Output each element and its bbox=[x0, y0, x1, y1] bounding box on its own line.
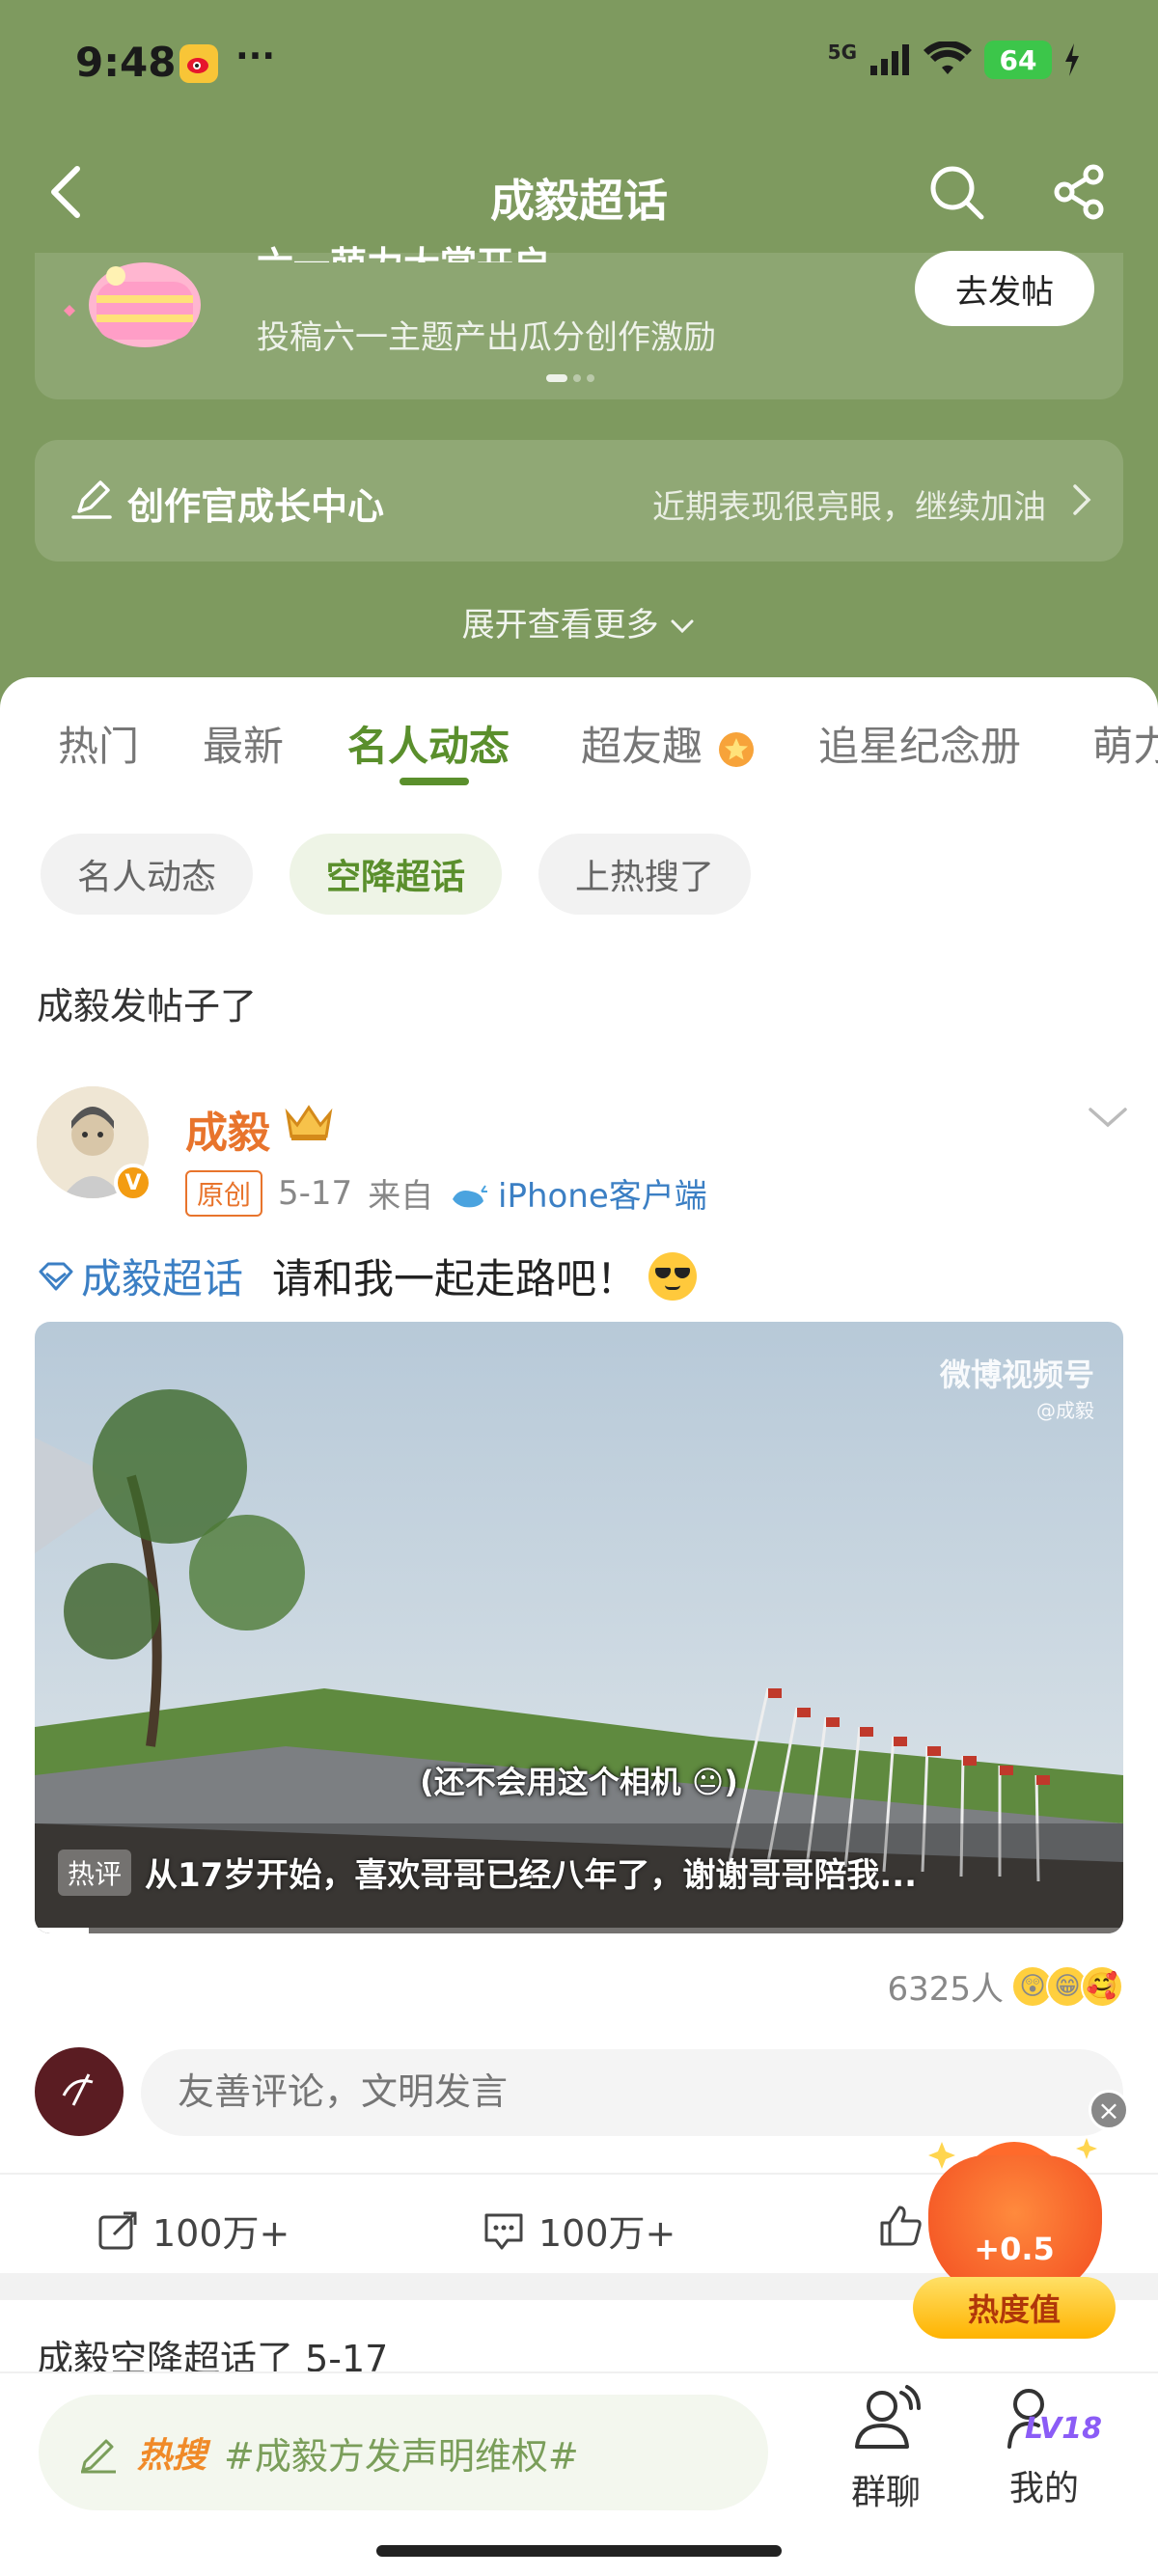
creator-center-title: 创作官成长中心 bbox=[127, 485, 385, 528]
whale-icon bbox=[453, 1184, 488, 1207]
share-icon[interactable] bbox=[1046, 158, 1114, 226]
my-avatar bbox=[35, 2047, 124, 2136]
expand-more[interactable]: 展开查看更多 bbox=[0, 598, 1158, 645]
pen-badge-icon bbox=[71, 480, 112, 519]
chevron-down-icon[interactable] bbox=[1085, 1100, 1131, 1135]
repost-count: 100万+ bbox=[152, 2212, 290, 2255]
diamond-icon bbox=[39, 1262, 73, 1290]
filter-chips: 名人动态 空降超话 上热搜了 bbox=[41, 834, 752, 915]
cake-illustration bbox=[58, 247, 212, 353]
watermark-label: 微博视频号 bbox=[939, 1357, 1094, 1393]
hot-comment[interactable]: 热评 从17岁开始，喜欢哥哥已经八年了，谢谢哥哥陪我... bbox=[58, 1849, 917, 1896]
signal-icon bbox=[870, 44, 909, 75]
verified-badge-icon: V bbox=[114, 1164, 152, 1202]
group-chat-label: 群聊 bbox=[850, 2473, 921, 2512]
chip-celebrity-news[interactable]: 名人动态 bbox=[41, 834, 254, 915]
post-date: 5-17 bbox=[278, 1173, 353, 1213]
chip-trending[interactable]: 上热搜了 bbox=[538, 834, 752, 915]
post-meta: 原创 5-17 来自 iPhone客户端 bbox=[185, 1169, 707, 1217]
star-badge-icon bbox=[719, 731, 755, 767]
section-title: 成毅发帖子了 bbox=[37, 985, 258, 1028]
tab-fan-fun[interactable]: 超友趣 bbox=[581, 714, 758, 773]
reaction-count: 6325人 bbox=[887, 1970, 1004, 2009]
status-right: 5G 64 bbox=[828, 41, 1081, 79]
mine-button[interactable]: LV18 我的 bbox=[986, 2383, 1102, 2510]
chevron-down-icon bbox=[671, 619, 694, 634]
watermark-handle: @成毅 bbox=[1036, 1399, 1094, 1422]
client-source[interactable]: iPhone客户端 bbox=[449, 1169, 707, 1217]
close-icon[interactable]: × bbox=[1089, 2090, 1129, 2130]
heat-value: +0.5 bbox=[974, 2231, 1055, 2267]
status-time: 9:48 bbox=[75, 39, 177, 86]
pager-dot bbox=[546, 374, 567, 382]
tab-celebrity-news[interactable]: 名人动态 bbox=[347, 714, 510, 773]
group-chat-button[interactable]: 群聊 bbox=[828, 2383, 944, 2514]
tab-memorial-album[interactable]: 追星纪念册 bbox=[818, 714, 1021, 773]
charging-icon bbox=[1065, 43, 1079, 76]
reactions[interactable]: 6325人 😲 😁 🥰 bbox=[887, 1962, 1123, 2010]
wifi-icon bbox=[924, 41, 972, 74]
level-badge: LV18 bbox=[1025, 2412, 1102, 2446]
post-now-button[interactable]: 去发帖 bbox=[915, 251, 1094, 326]
chip-airdrop-topic[interactable]: 空降超话 bbox=[290, 834, 503, 915]
pager-dot bbox=[573, 374, 581, 382]
repost-button[interactable]: 100万+ bbox=[96, 2204, 290, 2257]
hot-comment-tag: 热评 bbox=[58, 1849, 132, 1896]
pager-dot bbox=[587, 374, 594, 382]
creator-center-desc: 近期表现很亮眼，继续加油 bbox=[652, 488, 1046, 527]
group-chat-icon bbox=[855, 2385, 921, 2449]
chevron-right-icon bbox=[1073, 484, 1091, 515]
network-label: 5G bbox=[827, 41, 857, 64]
hug-emoji-icon: 🥰 bbox=[1081, 1964, 1123, 2008]
battery-icon: 64 bbox=[984, 41, 1052, 79]
hot-search-text: #成毅方发声明维权# bbox=[224, 2434, 579, 2478]
hot-search-label: 热搜 bbox=[137, 2436, 207, 2476]
post-text: 成毅超话 请和我一起走路吧！ bbox=[37, 1247, 698, 1305]
tab-hot[interactable]: 热门 bbox=[58, 714, 139, 773]
hot-search-box[interactable]: 热搜 #成毅方发声明维权# bbox=[39, 2395, 768, 2510]
video-watermark: 微博视频号 @成毅 bbox=[940, 1351, 1094, 1423]
hot-comment-text: 从17岁开始，喜欢哥哥已经八年了，谢谢哥哥陪我... bbox=[145, 1856, 918, 1895]
comment-count: 100万+ bbox=[538, 2212, 676, 2255]
author-name[interactable]: 成毅 bbox=[185, 1098, 270, 1160]
comment-icon bbox=[484, 2213, 523, 2249]
crown-icon bbox=[285, 1105, 333, 1140]
tab-latest[interactable]: 最新 bbox=[203, 714, 284, 773]
comment-button[interactable]: 100万+ bbox=[482, 2204, 676, 2257]
video-progress-bar[interactable] bbox=[35, 1928, 1123, 1933]
from-label: 来自 bbox=[368, 1177, 434, 1216]
tab-fan-fun-label: 超友趣 bbox=[581, 723, 703, 770]
heat-pouch[interactable]: +0.5 热度值 bbox=[913, 2123, 1116, 2344]
original-tag: 原创 bbox=[185, 1169, 263, 1217]
heat-label: 热度值 bbox=[913, 2277, 1116, 2339]
tab-bar: 热门 最新 名人动态 超友趣 追星纪念册 萌力 bbox=[0, 704, 1158, 810]
home-indicator bbox=[376, 2545, 782, 2557]
nav-bar: 成毅超话 bbox=[0, 145, 1158, 241]
mine-label: 我的 bbox=[1008, 2469, 1079, 2508]
tab-cute-power[interactable]: 萌力 bbox=[1092, 714, 1158, 773]
video-progress-fill bbox=[35, 1928, 90, 1933]
pencil-icon bbox=[81, 2439, 116, 2474]
reaction-emojis: 😲 😁 🥰 bbox=[1011, 1964, 1123, 2008]
active-tab-indicator bbox=[400, 778, 469, 785]
client-label: iPhone客户端 bbox=[498, 1177, 707, 1216]
banner-pager bbox=[546, 374, 594, 382]
banner-subtitle: 投稿六一主题产出瓜分创作激励 bbox=[257, 318, 716, 357]
repost-icon bbox=[98, 2211, 137, 2249]
weibo-notification-icon bbox=[179, 44, 218, 83]
video-subtitle: (还不会用这个相机 😐) bbox=[420, 1764, 738, 1800]
search-icon[interactable] bbox=[923, 158, 990, 226]
banner-title: 六一萌力大赏开启 bbox=[257, 235, 550, 262]
topic-link[interactable]: 成毅超话 bbox=[37, 1247, 243, 1305]
sunglasses-emoji-icon bbox=[648, 1251, 698, 1301]
status-bar: 9:48 ··· 5G 64 bbox=[0, 0, 1158, 125]
status-more-dots: ··· bbox=[235, 37, 276, 76]
post-body-text: 请和我一起走路吧！ bbox=[272, 1255, 638, 1302]
expand-more-label: 展开查看更多 bbox=[461, 606, 659, 644]
topic-label: 成毅超话 bbox=[81, 1255, 244, 1302]
video-player[interactable]: 微博视频号 @成毅 (还不会用这个相机 😐) 热评 从17岁开始，喜欢哥哥已经八… bbox=[35, 1322, 1123, 1933]
